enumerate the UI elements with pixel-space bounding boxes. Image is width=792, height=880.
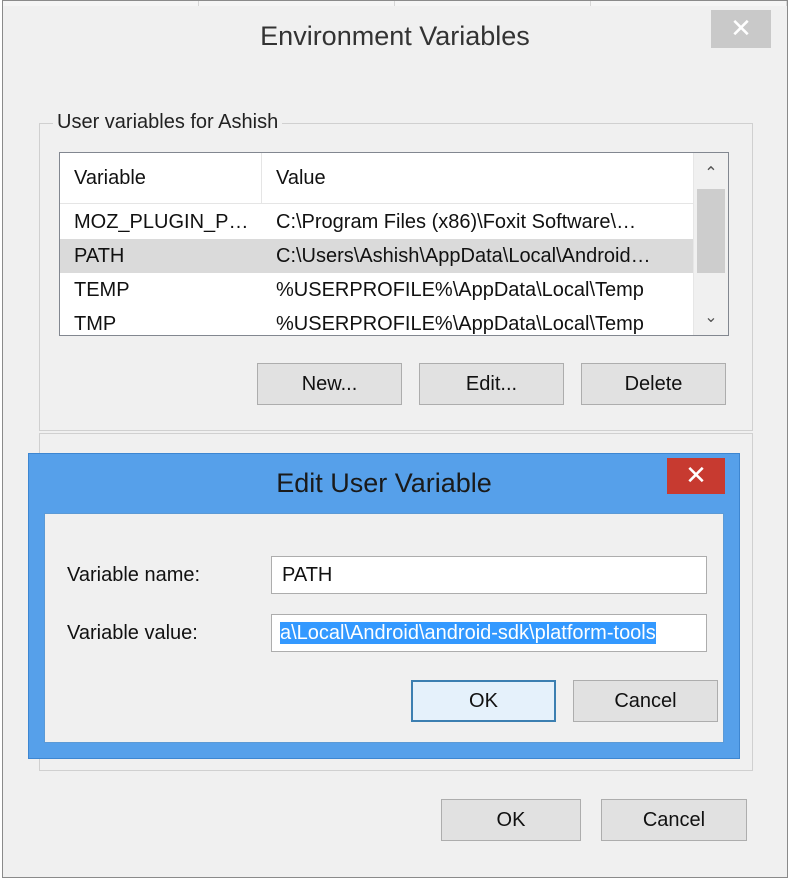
scroll-up-icon[interactable]: ⌃ [694, 157, 728, 191]
row-value-cell: %USERPROFILE%\AppData\Local\Temp [276, 313, 644, 335]
user-variables-list[interactable]: Variable Value MOZ_PLUGIN_P… C:\Program … [59, 152, 729, 336]
delete-button[interactable]: Delete [581, 363, 726, 405]
close-icon: ✕ [685, 461, 707, 491]
env-close-button[interactable]: ✕ [711, 10, 771, 48]
scroll-thumb[interactable] [697, 189, 725, 273]
row-value-cell: C:\Program Files (x86)\Foxit Software\… [276, 211, 637, 233]
close-icon: ✕ [730, 14, 752, 44]
edit-ok-button[interactable]: OK [411, 680, 556, 722]
edit-close-button[interactable]: ✕ [667, 458, 725, 494]
top-strip [3, 1, 787, 6]
table-row[interactable]: TMP %USERPROFILE%\AppData\Local\Temp [60, 307, 694, 335]
selected-text: a\Local\Android\android-sdk\platform-too… [280, 622, 656, 644]
variable-name-label: Variable name: [67, 564, 201, 586]
table-row[interactable]: TEMP %USERPROFILE%\AppData\Local\Temp [60, 273, 694, 307]
table-row-selected[interactable]: PATH C:\Users\Ashish\AppData\Local\Andro… [60, 239, 694, 273]
row-variable-cell: MOZ_PLUGIN_P… [74, 211, 249, 233]
row-value-cell: C:\Users\Ashish\AppData\Local\Android… [276, 245, 651, 267]
variable-value-label: Variable value: [67, 622, 198, 644]
env-dialog-title: Environment Variables [260, 21, 530, 51]
new-button[interactable]: New... [257, 363, 402, 405]
list-scrollbar[interactable]: ⌃ ⌄ [693, 153, 728, 335]
row-value-cell: %USERPROFILE%\AppData\Local\Temp [276, 279, 644, 301]
variable-name-field[interactable]: PATH [271, 556, 707, 594]
edit-cancel-button[interactable]: Cancel [573, 680, 718, 722]
column-header-value[interactable]: Value [262, 153, 694, 203]
row-variable-cell: TEMP [74, 279, 130, 301]
table-row[interactable]: MOZ_PLUGIN_P… C:\Program Files (x86)\Fox… [60, 205, 694, 239]
edit-button[interactable]: Edit... [419, 363, 564, 405]
row-variable-cell: TMP [74, 313, 117, 335]
edit-dialog-body: Variable name: PATH Variable value: a\Lo… [44, 513, 724, 743]
edit-dialog-title: Edit User Variable [276, 468, 492, 498]
env-cancel-button[interactable]: Cancel [601, 799, 747, 841]
env-ok-button[interactable]: OK [441, 799, 581, 841]
scroll-down-icon[interactable]: ⌄ [694, 301, 728, 335]
list-header: Variable Value [60, 153, 694, 204]
row-variable-cell: PATH [74, 245, 125, 267]
edit-user-variable-window: Edit User Variable ✕ Variable name: PATH… [28, 453, 740, 759]
column-header-variable[interactable]: Variable [60, 153, 262, 203]
variable-value-field[interactable]: a\Local\Android\android-sdk\platform-too… [271, 614, 707, 652]
user-variables-group-label: User variables for Ashish [53, 111, 283, 134]
